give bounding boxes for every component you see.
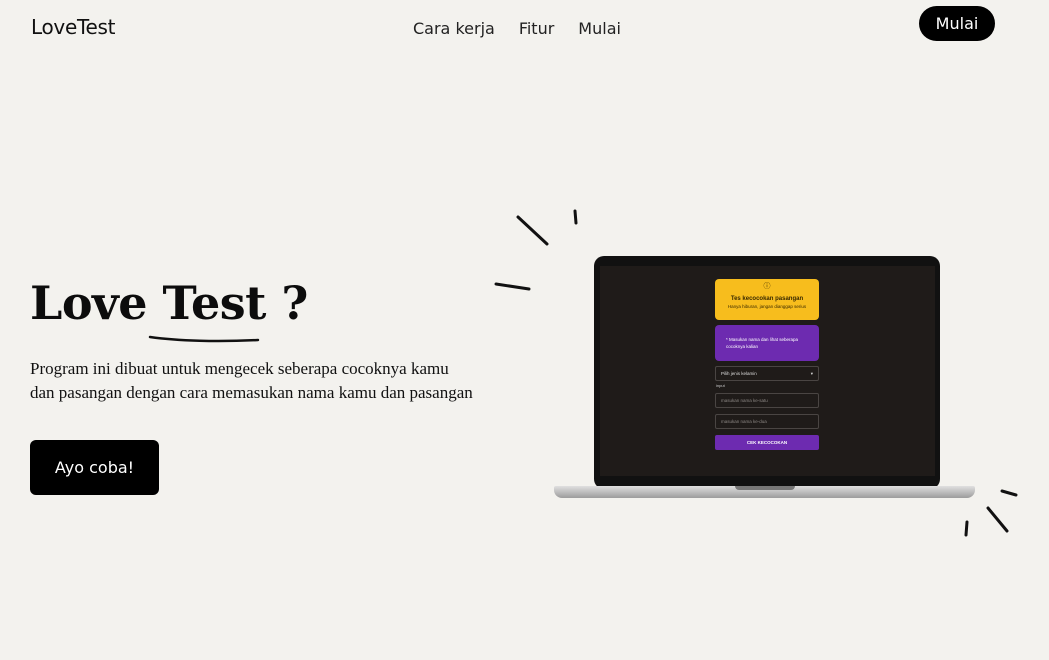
instruction-card: * Masukan nama dan lihat seberapa cocokn… <box>715 325 819 361</box>
nav-fitur[interactable]: Fitur <box>519 19 554 38</box>
second-name-input[interactable]: masukan nama ke-dua <box>715 414 819 429</box>
gender-select-value: Pilih jenis kelamin <box>721 371 757 376</box>
hero-title-test: Test <box>162 276 267 330</box>
nav-mulai[interactable]: Mulai <box>578 19 621 38</box>
input-label: input <box>716 383 725 388</box>
title-underline-decoration <box>148 335 260 343</box>
hero-title-question: ? <box>265 276 308 330</box>
cek-kecocokan-button[interactable]: CEK KECOCOKAN <box>715 435 819 450</box>
chevron-down-icon: ▾ <box>810 371 813 376</box>
mulai-button[interactable]: Mulai <box>919 6 995 41</box>
ayo-coba-button[interactable]: Ayo coba! <box>30 440 159 495</box>
hero-title: Love Test ? <box>30 276 308 330</box>
hero-title-love: Love <box>30 276 163 330</box>
hero-description: Program ini dibuat untuk mengecek sebera… <box>30 359 473 402</box>
first-name-input[interactable]: masukan nama ke-satu <box>715 393 819 408</box>
logo[interactable]: LoveTest <box>31 15 115 39</box>
info-icon: ⓘ <box>763 283 771 290</box>
gender-select[interactable]: Pilih jenis kelamin ▾ <box>715 366 819 381</box>
laptop-notch <box>735 486 795 490</box>
main-nav: Cara kerja Fitur Mulai <box>413 19 621 38</box>
warning-card: ⓘ Tes kecocokan pasangan Hanya hiburan, … <box>715 279 819 320</box>
card-title: Tes kecocokan pasangan <box>730 296 804 302</box>
nav-cara-kerja[interactable]: Cara kerja <box>413 19 495 38</box>
card-subtitle: Hanya hiburan, jangan dianggap serius <box>727 304 807 309</box>
